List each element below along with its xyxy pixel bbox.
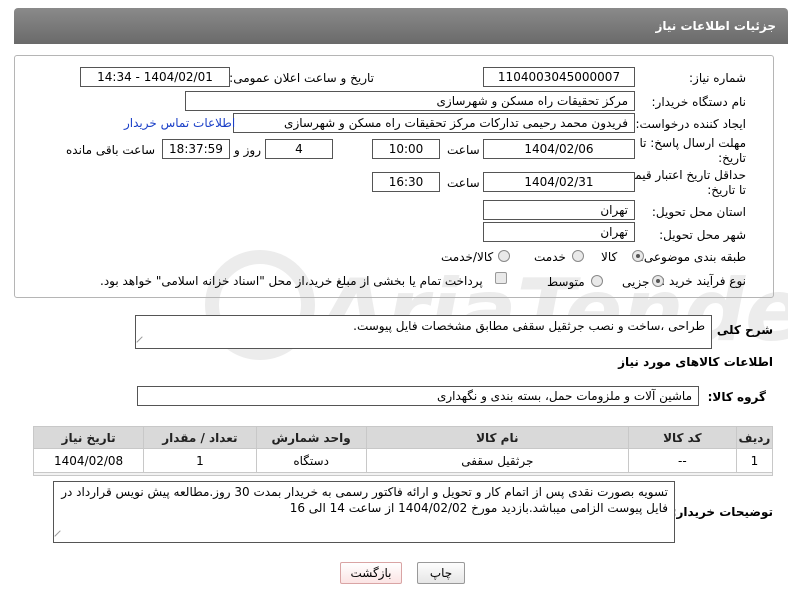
remaining-time-label: ساعت باقی مانده — [66, 143, 156, 157]
col-header-code: کد کالا — [627, 426, 737, 449]
purchase-type-option-minor: جزیی — [622, 275, 650, 289]
page-title: جزئیات اطلاعات نیاز — [655, 19, 776, 33]
price-validity-time-label: ساعت — [447, 176, 480, 190]
announce-datetime-label: تاریخ و ساعت اعلان عمومی: — [229, 71, 374, 85]
reply-deadline-date-field: 1404/02/06 — [483, 139, 635, 159]
cell-name: جرثقیل سقفی — [365, 448, 629, 473]
goods-table-header: ردیف کد کالا نام کالا واحد شمارش تعداد /… — [32, 426, 774, 449]
back-button[interactable]: بازگشت — [340, 562, 402, 584]
goods-group-field: ماشین آلات و ملزومات حمل، بسته بندی و نگ… — [137, 386, 699, 406]
col-header-unit: واحد شمارش — [255, 426, 367, 449]
cell-date: 1404/02/08 — [32, 448, 145, 473]
resize-grip-icon — [136, 336, 148, 348]
price-validity-time-field: 16:30 — [372, 172, 440, 192]
purchase-type-radio-minor[interactable] — [652, 275, 664, 287]
price-validity-date-field: 1404/02/31 — [483, 172, 635, 192]
goods-table: ردیف کد کالا نام کالا واحد شمارش تعداد /… — [32, 426, 774, 473]
page-title-bar: جزئیات اطلاعات نیاز — [14, 8, 788, 44]
treasury-payment-checkbox[interactable] — [495, 272, 507, 284]
reply-deadline-time-field: 10:00 — [372, 139, 440, 159]
reply-days-label: روز و — [234, 143, 261, 157]
buyer-contact-link[interactable]: اطلاعات تماس خریدار — [124, 116, 235, 130]
buyer-notes-label: توضیحات خریدار: — [671, 505, 773, 519]
reply-deadline-time-label: ساعت — [447, 143, 480, 157]
cell-code: -- — [627, 448, 737, 473]
buyer-org-field: مرکز تحقیقات راه مسکن و شهرسازی — [185, 91, 635, 111]
category-radio-service[interactable] — [572, 250, 584, 262]
need-number-label: شماره نیاز: — [689, 71, 746, 85]
price-validity-label-line1: حداقل تاریخ اعتبار قیمت: — [619, 168, 746, 182]
price-validity-label-line2: تا تاریخ: — [707, 183, 746, 197]
col-header-name: نام کالا — [365, 426, 629, 449]
cell-qty: 1 — [143, 448, 257, 473]
reply-deadline-label-line1: مهلت ارسال پاسخ: تا — [639, 136, 746, 150]
requester-field: فریدون محمد رحیمی تدارکات مرکز تحقیقات ر… — [233, 113, 635, 133]
requester-label: ایجاد کننده درخواست: — [635, 117, 746, 131]
remaining-time-field: 18:37:59 — [162, 139, 230, 159]
treasury-payment-note: پرداخت تمام یا بخشی از مبلغ خرید،از محل … — [100, 274, 483, 288]
resize-grip-icon — [54, 530, 66, 542]
goods-group-label: گروه کالا: — [707, 390, 766, 404]
category-option-goods-service: کالا/خدمت — [441, 250, 494, 264]
purchase-type-option-medium: متوسط — [547, 275, 585, 289]
buyer-notes-text: تسویه بصورت نقدی پس از اتمام کار و تحویل… — [61, 485, 668, 515]
delivery-city-label: شهر محل تحویل: — [659, 228, 746, 242]
delivery-city-field: تهران — [483, 222, 635, 242]
purchase-type-radio-medium[interactable] — [591, 275, 603, 287]
col-header-date: تاریخ نیاز — [32, 426, 145, 449]
category-label: طبقه بندی موضوعی: — [639, 250, 746, 264]
announce-datetime-field: 1404/02/01 - 14:34 — [80, 67, 230, 87]
print-button[interactable]: چاپ — [417, 562, 465, 584]
delivery-province-label: استان محل تحویل: — [651, 205, 746, 219]
col-header-row: ردیف — [735, 426, 774, 449]
category-option-service: خدمت — [534, 250, 566, 264]
goods-section-title: اطلاعات کالاهای مورد نیاز — [618, 355, 773, 369]
category-radio-goods[interactable] — [632, 250, 644, 262]
buyer-notes-textarea: تسویه بصورت نقدی پس از اتمام کار و تحویل… — [53, 481, 675, 543]
cell-row: 1 — [735, 448, 774, 473]
description-textarea: طراحی ،ساخت و نصب جرثقیل سقفی مطابق مشخص… — [135, 315, 712, 349]
purchase-type-label: نوع فرآیند خرید : — [661, 274, 746, 288]
category-option-goods: کالا — [601, 250, 618, 264]
table-row: 1 -- جرثقیل سقفی دستگاه 1 1404/02/08 — [32, 448, 774, 473]
delivery-province-field: تهران — [483, 200, 635, 220]
col-header-qty: تعداد / مقدار — [143, 426, 257, 449]
reply-days-field: 4 — [265, 139, 333, 159]
description-text: طراحی ،ساخت و نصب جرثقیل سقفی مطابق مشخص… — [353, 319, 705, 333]
cell-unit: دستگاه — [255, 448, 367, 473]
need-number-field: 1104003045000007 — [483, 67, 635, 87]
category-radio-goods-service[interactable] — [498, 250, 510, 262]
buyer-org-label: نام دستگاه خریدار: — [651, 95, 747, 109]
reply-deadline-label-line2: تاریخ: — [718, 151, 746, 165]
